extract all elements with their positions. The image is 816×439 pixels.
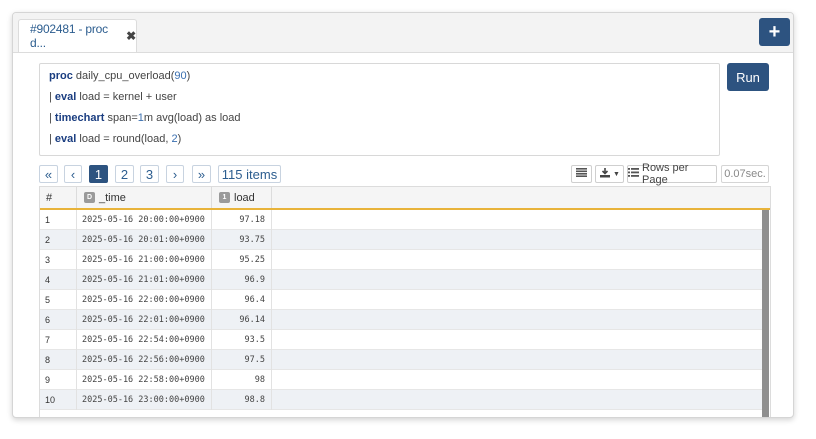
list-icon [628, 168, 639, 180]
query-window: #902481 - proc d... ✖ + proc daily_cpu_o… [12, 12, 794, 418]
column-header-load[interactable]: 1 load [212, 187, 272, 208]
time-cell: 2025-05-16 21:00:00+0900 [77, 250, 212, 270]
row-index-cell: 7 [40, 330, 77, 350]
page-3-button[interactable]: 3 [140, 165, 159, 183]
column-label: _time [99, 191, 126, 204]
list-icon [576, 168, 587, 180]
row-index-cell: 8 [40, 350, 77, 370]
add-tab-button[interactable]: + [759, 18, 790, 46]
row-index-cell: 6 [40, 310, 77, 330]
query-text: span= [104, 112, 138, 124]
time-cell: 2025-05-16 22:54:00+0900 [77, 330, 212, 350]
first-page-button[interactable]: « [39, 165, 58, 183]
number-type-icon: 1 [219, 192, 230, 203]
query-line-2: | eval load = kernel + user [49, 91, 177, 105]
load-cell: 93.5 [212, 330, 272, 350]
date-type-icon: D [84, 192, 95, 203]
table-row[interactable]: 4 2025-05-16 21:01:00+0900 96.9 [40, 270, 762, 290]
load-cell: 93.75 [212, 230, 272, 250]
vertical-scrollbar[interactable] [762, 210, 769, 417]
column-header-time[interactable]: D _time [77, 187, 212, 208]
query-text: m avg(load) as load [143, 112, 241, 124]
query-keyword: eval [54, 133, 77, 145]
next-page-button[interactable]: › [166, 165, 184, 183]
query-text: ) [186, 70, 191, 82]
row-index-cell: 5 [40, 290, 77, 310]
tab-title: #902481 - proc d... [30, 22, 108, 50]
table-row[interactable]: 8 2025-05-16 22:56:00+0900 97.5 [40, 350, 762, 370]
query-number: 90 [174, 70, 187, 82]
table-header: # D _time 1 load [40, 187, 770, 210]
query-line-3: | timechart span=1m avg(load) as load [49, 112, 241, 126]
table-row[interactable]: 10 2025-05-16 23:00:00+0900 98.8 [40, 390, 762, 410]
table-row[interactable]: 9 2025-05-16 22:58:00+0900 98 [40, 370, 762, 390]
download-icon [599, 167, 611, 181]
tab-bar: #902481 - proc d... ✖ + [13, 13, 793, 53]
column-label: # [46, 191, 53, 204]
load-cell: 98 [212, 370, 272, 390]
query-keyword: eval [54, 91, 77, 103]
table-row[interactable]: 3 2025-05-16 21:00:00+0900 95.25 [40, 250, 762, 270]
query-keyword: timechart [54, 112, 105, 124]
time-cell: 2025-05-16 22:00:00+0900 [77, 290, 212, 310]
query-line-4: | eval load = round(load, 2) [49, 133, 181, 147]
row-index-cell: 9 [40, 370, 77, 390]
column-view-button[interactable] [571, 165, 592, 183]
query-keyword: proc [49, 70, 73, 82]
table-row[interactable]: 7 2025-05-16 22:54:00+0900 93.5 [40, 330, 762, 350]
prev-page-button[interactable]: ‹ [64, 165, 82, 183]
load-cell: 97.18 [212, 210, 272, 230]
last-page-button[interactable]: » [192, 165, 211, 183]
load-cell: 95.25 [212, 250, 272, 270]
tab-query[interactable]: #902481 - proc d... ✖ [18, 19, 137, 52]
row-index-cell: 1 [40, 210, 77, 230]
time-cell: 2025-05-16 21:01:00+0900 [77, 270, 212, 290]
load-cell: 96.4 [212, 290, 272, 310]
load-cell: 96.14 [212, 310, 272, 330]
query-line-1: proc daily_cpu_overload(90) [49, 70, 190, 84]
time-cell: 2025-05-16 20:00:00+0900 [77, 210, 212, 230]
table-row[interactable]: 2 2025-05-16 20:01:00+0900 93.75 [40, 230, 762, 250]
query-timing: 0.07sec. [721, 165, 769, 183]
page-1-button[interactable]: 1 [89, 165, 108, 183]
page-2-button[interactable]: 2 [115, 165, 134, 183]
time-cell: 2025-05-16 22:01:00+0900 [77, 310, 212, 330]
load-cell: 97.5 [212, 350, 272, 370]
items-count: 115 items [218, 165, 281, 183]
run-button[interactable]: Run [727, 63, 769, 91]
chevron-down-icon: ▼ [613, 170, 620, 178]
time-cell: 2025-05-16 23:00:00+0900 [77, 390, 212, 410]
query-editor[interactable]: proc daily_cpu_overload(90) | eval load … [39, 63, 720, 156]
time-cell: 2025-05-16 22:56:00+0900 [77, 350, 212, 370]
row-index-cell: 4 [40, 270, 77, 290]
table-row[interactable]: 5 2025-05-16 22:00:00+0900 96.4 [40, 290, 762, 310]
load-cell: 96.9 [212, 270, 272, 290]
close-icon[interactable]: ✖ [126, 29, 136, 43]
row-index-cell: 3 [40, 250, 77, 270]
row-index-cell: 10 [40, 390, 77, 410]
query-text: ) [177, 133, 182, 145]
query-text: daily_cpu_overload( [72, 70, 175, 82]
row-index-cell: 2 [40, 230, 77, 250]
query-text: load = kernel + user [76, 91, 177, 103]
results-table: # D _time 1 load 1 2025-05-16 20:00:00+09… [39, 186, 771, 417]
export-button[interactable]: ▼ [595, 165, 624, 183]
time-cell: 2025-05-16 22:58:00+0900 [77, 370, 212, 390]
column-label: load [234, 191, 255, 204]
column-header-index[interactable]: # [40, 187, 77, 208]
table-row[interactable]: 1 2025-05-16 20:00:00+0900 97.18 [40, 210, 762, 230]
time-cell: 2025-05-16 20:01:00+0900 [77, 230, 212, 250]
rows-per-page-button[interactable]: Rows per Page [627, 162, 717, 186]
load-cell: 98.8 [212, 390, 272, 410]
query-text: load = round(load, [76, 133, 172, 145]
table-row[interactable]: 6 2025-05-16 22:01:00+0900 96.14 [40, 310, 762, 330]
rows-per-page-label: Rows per Page [642, 162, 689, 186]
